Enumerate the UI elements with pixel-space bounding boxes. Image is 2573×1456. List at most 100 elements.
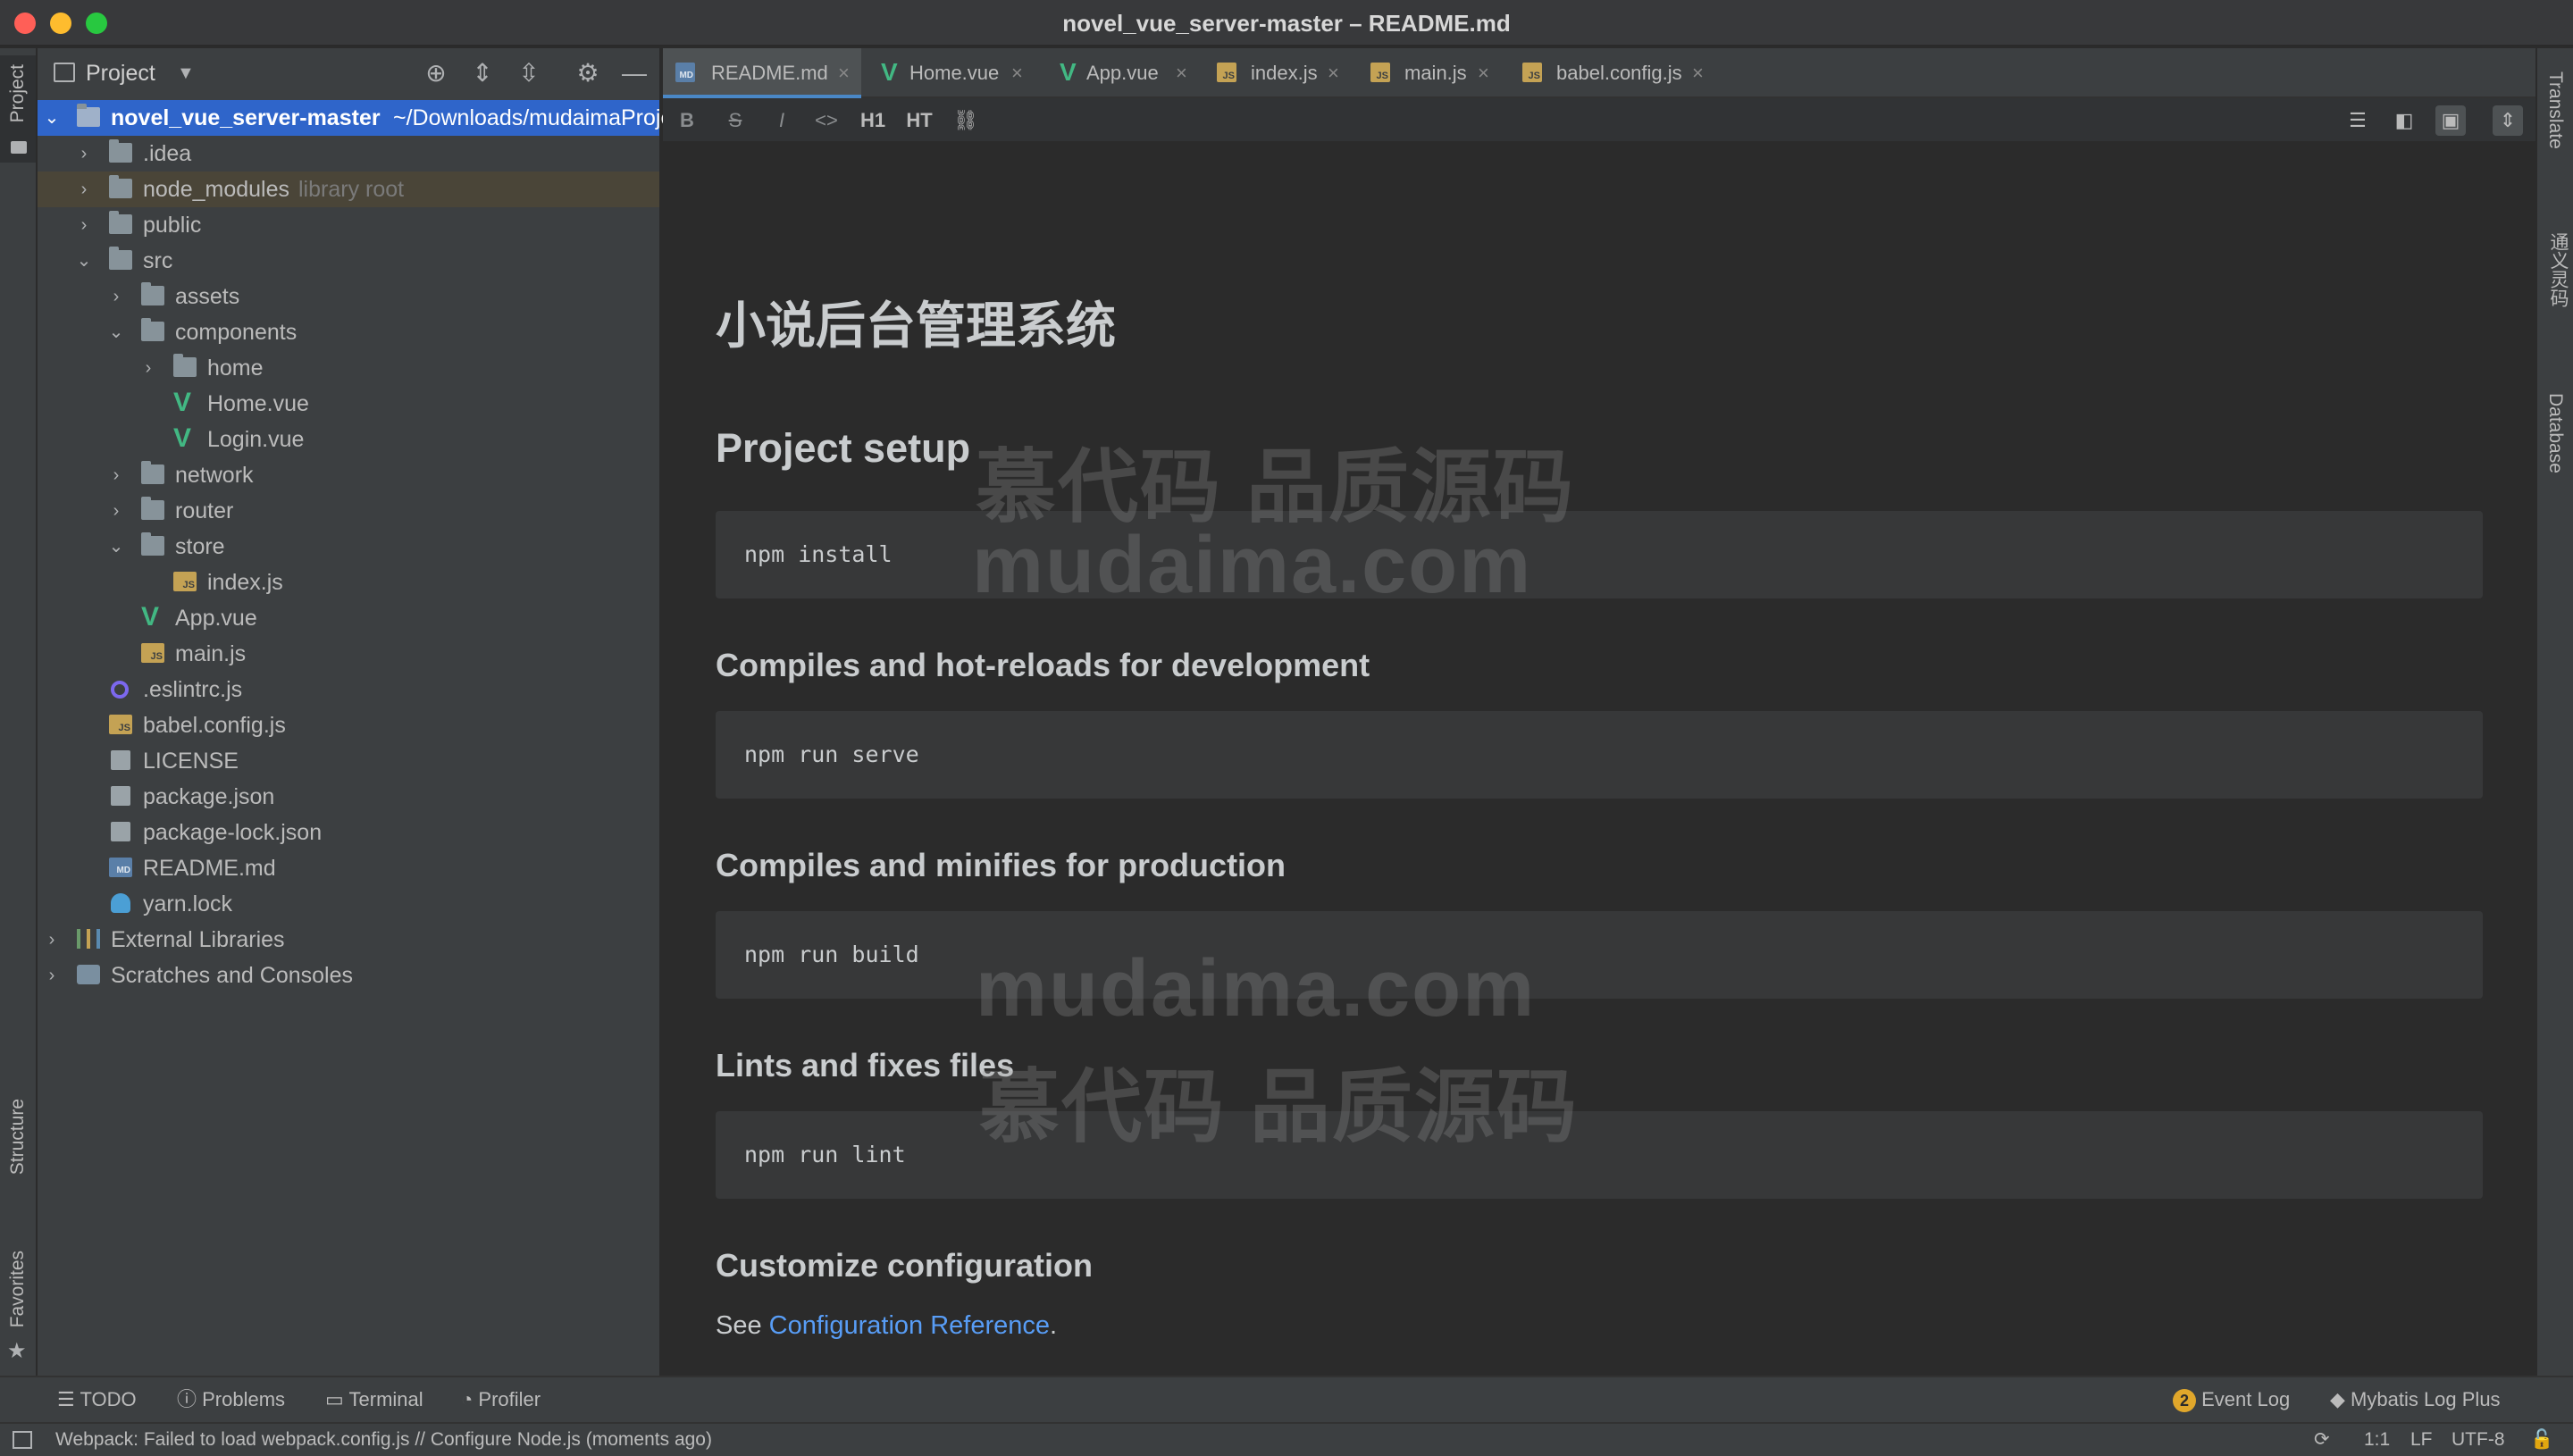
folder-icon [173,354,197,377]
project-view-selector[interactable]: Project [86,48,155,98]
chevron-down-icon[interactable]: ⌄ [107,314,125,350]
favorites-tool-label: Favorites [7,1251,28,1328]
italic-icon[interactable]: I [767,105,797,136]
split-view-icon[interactable]: ◧ [2389,105,2419,136]
tree-row-index-js[interactable]: JS index.js [38,565,659,600]
tree-row-store[interactable]: ⌄ store [38,529,659,565]
tongyi-tool-button[interactable]: 通义灵码 [2537,227,2573,379]
tab-babel-config[interactable]: JS babel.config.js × [1522,48,1728,98]
profiler-tool-button[interactable]: ◔ Profiler [461,1377,541,1422]
tab-app-vue[interactable]: V App.vue × [1060,48,1220,98]
tab-home-vue[interactable]: V Home.vue × [877,48,1056,98]
todo-tool-button[interactable]: ☰ TODO [57,1377,137,1422]
chevron-down-icon[interactable]: ⌄ [43,100,61,136]
tree-row-network[interactable]: › network [38,457,659,493]
chevron-right-icon[interactable]: › [107,493,125,529]
collapse-all-icon[interactable]: ⇳ [515,59,543,88]
expand-all-icon[interactable]: ⇕ [468,59,497,88]
tree-row-src[interactable]: ⌄ src [38,243,659,279]
chevron-right-icon[interactable]: › [107,279,125,314]
vue-file-icon: V [173,423,192,453]
panel-icon [54,63,75,82]
tree-row-external-libraries[interactable]: › External Libraries [38,922,659,958]
watermark: mudaima.com [972,521,1533,610]
tab-main-js[interactable]: JS main.js × [1370,48,1522,98]
preview-only-icon[interactable]: ▣ [2435,105,2466,136]
tree-row-public[interactable]: › public [38,207,659,243]
sync-scroll-icon[interactable]: ⇕ [2493,105,2523,136]
tree-row-eslintrc[interactable]: .eslintrc.js [38,672,659,707]
tree-row-package-json[interactable]: package.json [38,779,659,815]
favorites-tool-button[interactable]: Favorites ★ [0,1245,36,1370]
tree-row-license[interactable]: LICENSE [38,743,659,779]
tree-row-readme[interactable]: MD README.md [38,850,659,886]
tab-label: main.js [1404,62,1467,84]
event-log-tool-button[interactable]: 2 Event Log [2173,1377,2290,1422]
caret-position[interactable]: 1:1 [2364,1424,2390,1456]
tree-item-label: node_modules [143,177,290,202]
status-message[interactable]: Webpack: Failed to load webpack.config.j… [55,1424,712,1456]
folder-icon [109,139,132,163]
tree-row-components[interactable]: ⌄ components [38,314,659,350]
heading-2: Project setup [716,425,971,471]
tab-readme[interactable]: MD README.md × [663,48,861,98]
tree-row-idea[interactable]: › .idea [38,136,659,172]
terminal-tool-button[interactable]: ▭ Terminal [325,1377,423,1422]
tree-row-app-vue[interactable]: V App.vue [38,600,659,636]
problems-tool-button[interactable]: ⓘ Problems [177,1377,285,1422]
tree-row-scratches[interactable]: › Scratches and Consoles [38,958,659,993]
close-icon[interactable]: × [1692,48,1704,98]
heading-ht-button[interactable]: HT [904,105,934,136]
close-icon[interactable]: × [1176,48,1187,98]
tree-row-home-vue[interactable]: V Home.vue [38,386,659,422]
project-tool-button[interactable]: Project [0,55,36,163]
chevron-right-icon[interactable]: › [43,958,61,993]
bold-icon[interactable]: B [672,105,702,136]
close-icon[interactable]: × [1011,48,1023,98]
heading-h1-button[interactable]: H1 [858,105,888,136]
chevron-down-icon[interactable]: ⌄ [107,529,125,565]
strikethrough-icon[interactable]: S [720,105,750,136]
close-icon[interactable]: × [838,48,850,98]
chevron-right-icon[interactable]: › [75,172,93,207]
tree-row-router[interactable]: › router [38,493,659,529]
bottom-tool-bar: ☰ TODO ⓘ Problems ▭ Terminal ◔ Profiler … [0,1376,2573,1422]
panel-toggle-icon[interactable] [13,1431,32,1449]
heading-3: Compiles and hot-reloads for development [716,647,1370,683]
sync-icon[interactable]: ⟳ [2314,1424,2330,1456]
line-separator[interactable]: LF [2410,1424,2433,1456]
close-icon[interactable]: × [1478,48,1489,98]
code-icon[interactable]: <> [811,105,842,136]
database-tool-button[interactable]: Database [2537,388,2573,540]
gear-icon[interactable]: ⚙ [574,59,602,88]
tree-row-assets[interactable]: › assets [38,279,659,314]
tree-row-main-js[interactable]: JS main.js [38,636,659,672]
chevron-down-icon[interactable]: ▼ [177,48,195,98]
chevron-right-icon[interactable]: › [139,350,157,386]
chevron-down-icon[interactable]: ⌄ [75,243,93,279]
mybatis-log-tool-button[interactable]: ◆ Mybatis Log Plus [2330,1377,2501,1422]
link-icon[interactable]: ⛓ [951,105,981,136]
editor-only-icon[interactable]: ☰ [2343,105,2373,136]
file-encoding[interactable]: UTF-8 [2451,1424,2505,1456]
tree-row-yarn-lock[interactable]: yarn.lock [38,886,659,922]
chevron-right-icon[interactable]: › [75,207,93,243]
close-icon[interactable]: × [1328,48,1339,98]
tree-row-home[interactable]: › home [38,350,659,386]
configuration-reference-link[interactable]: Configuration Reference [769,1311,1050,1340]
tree-row-root[interactable]: ⌄ novel_vue_server-master ~/Downloads/mu… [38,100,691,136]
tree-row-login-vue[interactable]: V Login.vue [38,422,659,457]
minimize-panel-icon[interactable]: — [620,59,649,88]
tree-row-package-lock[interactable]: package-lock.json [38,815,659,850]
tree-row-babel-config[interactable]: JS babel.config.js [38,707,659,743]
chevron-right-icon[interactable]: › [43,922,61,958]
chevron-right-icon[interactable]: › [75,136,93,172]
locate-icon[interactable]: ⊕ [422,59,450,88]
chevron-right-icon[interactable]: › [107,457,125,493]
structure-tool-button[interactable]: Structure [0,1093,36,1218]
lock-icon[interactable]: 🔓 [2530,1424,2553,1456]
js-file-icon: JS [1217,63,1236,82]
tab-index-js[interactable]: JS index.js × [1217,48,1369,98]
tree-row-node-modules[interactable]: › node_modules library root [38,172,659,207]
translate-tool-button[interactable]: Translate [2537,66,2573,218]
